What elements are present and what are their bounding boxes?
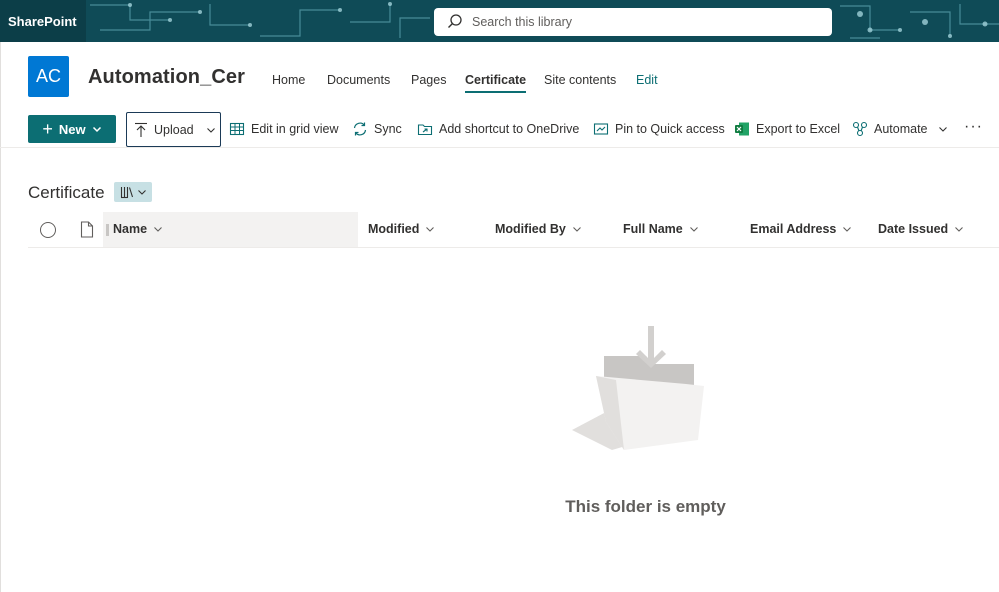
column-header-label: Date Issued — [878, 222, 949, 236]
edit-grid-view-label: Edit in grid view — [251, 122, 339, 136]
column-header-modified-by[interactable]: Modified By — [495, 222, 582, 236]
upload-button-label: Upload — [154, 122, 194, 137]
chevron-down-icon — [137, 187, 147, 197]
chevron-down-icon — [938, 124, 948, 134]
shortcut-icon — [417, 121, 433, 137]
library-icon — [120, 185, 134, 199]
list-column-header: Name Modified Modified By Full Name Emai… — [28, 212, 999, 248]
automate-button[interactable]: Automate — [852, 121, 948, 137]
add-shortcut-label: Add shortcut to OneDrive — [439, 122, 580, 136]
grid-icon — [229, 121, 245, 137]
nav-item-documents[interactable]: Documents — [327, 73, 390, 87]
upload-button[interactable]: Upload — [126, 112, 221, 147]
chevron-down-icon — [206, 125, 216, 135]
nav-item-certificate[interactable]: Certificate — [465, 73, 527, 93]
chevron-down-icon — [954, 224, 964, 234]
view-switcher[interactable] — [114, 182, 152, 202]
pin-quick-access-label: Pin to Quick access — [615, 122, 725, 136]
pin-quick-access-button[interactable]: Pin to Quick access — [593, 121, 725, 137]
pin-icon — [593, 121, 609, 137]
library-title: Certificate — [28, 183, 105, 202]
add-shortcut-onedrive-button[interactable]: Add shortcut to OneDrive — [417, 121, 579, 137]
search-box[interactable]: Search this library — [434, 8, 832, 36]
more-options-button[interactable]: ··· — [964, 118, 983, 136]
nav-edit-link[interactable]: Edit — [636, 73, 658, 87]
column-header-label: Modified — [368, 222, 420, 236]
sync-label: Sync — [374, 122, 402, 136]
site-logo[interactable]: AC — [28, 56, 69, 97]
sync-button[interactable]: Sync — [352, 121, 402, 137]
column-header-date-issued[interactable]: Date Issued — [878, 222, 964, 236]
command-bar-divider — [0, 147, 999, 148]
empty-folder-illustration — [572, 326, 704, 450]
excel-icon — [734, 121, 750, 137]
chevron-down-icon — [572, 224, 582, 234]
suite-bar: SharePoint Search this library — [0, 0, 999, 42]
column-header-modified[interactable]: Modified — [368, 222, 435, 236]
sync-icon — [352, 121, 368, 137]
file-type-icon[interactable] — [80, 221, 94, 238]
select-all-checkbox[interactable] — [40, 222, 56, 238]
automate-icon — [852, 121, 868, 137]
edit-grid-view-button[interactable]: Edit in grid view — [229, 121, 339, 137]
search-input[interactable]: Search this library — [472, 15, 572, 29]
new-button[interactable]: + New — [28, 115, 116, 143]
column-header-email-address[interactable]: Email Address — [750, 222, 852, 236]
chevron-down-icon — [689, 224, 699, 234]
nav-item-site-contents[interactable]: Site contents — [544, 73, 616, 87]
new-button-label: New — [58, 121, 86, 137]
empty-folder-message: This folder is empty — [565, 497, 726, 516]
search-icon — [446, 13, 464, 31]
nav-item-pages[interactable]: Pages — [411, 73, 446, 87]
chevron-down-icon — [92, 124, 102, 134]
automate-label: Automate — [874, 122, 928, 136]
column-header-name[interactable]: Name — [113, 222, 163, 236]
chevron-down-icon — [425, 224, 435, 234]
command-bar: + New Upload Edit in grid view Sync Add … — [0, 112, 999, 148]
plus-icon: + — [42, 119, 53, 139]
column-header-label: Modified By — [495, 222, 566, 236]
site-title[interactable]: Automation_Cer — [88, 66, 245, 89]
column-header-label: Email Address — [750, 222, 837, 236]
chevron-down-icon — [842, 224, 852, 234]
column-header-label: Full Name — [623, 222, 683, 236]
app-brand[interactable]: SharePoint — [0, 0, 86, 42]
column-resize-grip[interactable] — [106, 224, 109, 236]
export-excel-label: Export to Excel — [756, 122, 841, 136]
column-header-full-name[interactable]: Full Name — [623, 222, 699, 236]
nav-item-home[interactable]: Home — [272, 73, 305, 87]
column-header-label: Name — [113, 222, 148, 236]
chevron-down-icon — [153, 224, 163, 234]
export-excel-button[interactable]: Export to Excel — [734, 121, 840, 137]
upload-icon — [134, 122, 148, 138]
